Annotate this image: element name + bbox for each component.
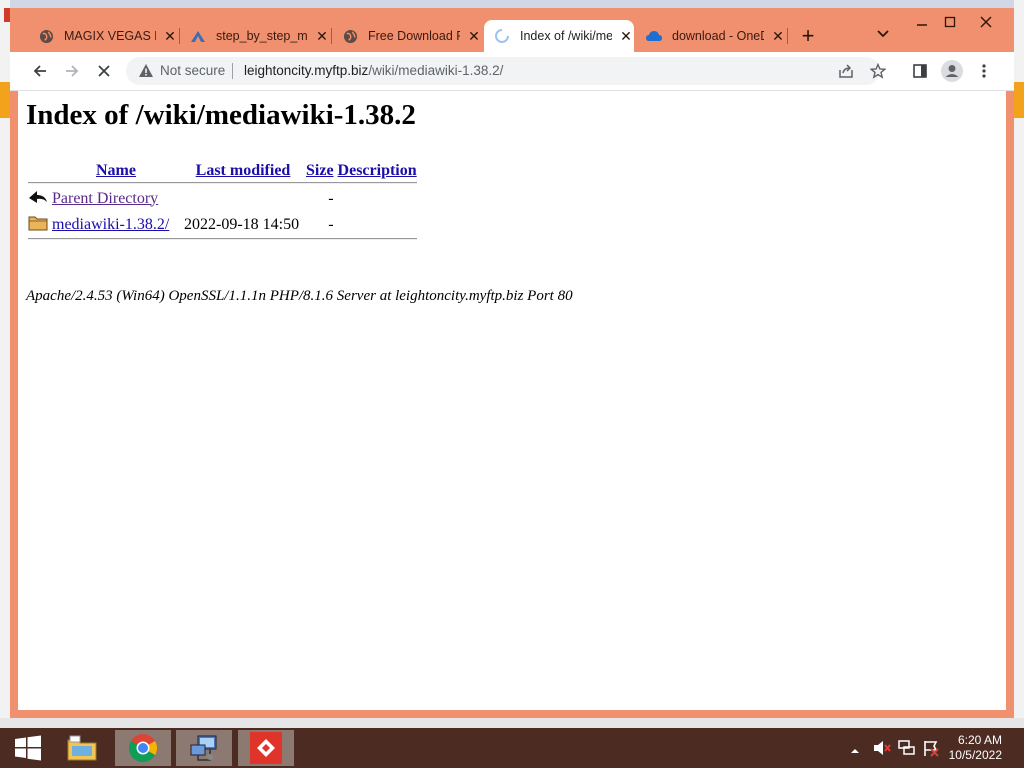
sort-by-description-link[interactable]: Description	[338, 162, 417, 179]
clock-time: 6:20 AM	[957, 733, 1002, 747]
address-bar[interactable]: Not secure leightoncity.myftp.biz/wiki/m…	[126, 57, 886, 85]
new-tab-button[interactable]: +	[796, 24, 820, 48]
network-app-icon[interactable]	[176, 730, 232, 766]
bookmark-star-icon[interactable]	[866, 59, 890, 83]
windows-taskbar: 6:20 AM 10/5/2022	[0, 728, 1024, 768]
page-content: Index of /wiki/mediawiki-1.38.2 Name Las…	[18, 91, 1006, 710]
tab-index-of-wiki[interactable]: Index of /wiki/mediawiki ✕	[484, 20, 634, 52]
server-signature: Apache/2.4.53 (Win64) OpenSSL/1.1.1n PHP…	[26, 288, 573, 304]
warning-triangle-icon[interactable]	[138, 63, 154, 79]
close-tab-icon[interactable]: ✕	[162, 28, 178, 45]
desktop-left-strip	[0, 0, 10, 728]
url-text[interactable]: leightoncity.myftp.biz/wiki/mediawiki-1.…	[244, 63, 503, 78]
description-column-header: Description	[337, 162, 418, 180]
tab-title: download - OneDrive	[672, 29, 764, 43]
sort-by-size-link[interactable]: Size	[306, 162, 334, 179]
close-tab-icon[interactable]: ✕	[314, 28, 330, 45]
close-tab-icon[interactable]: ✕	[466, 28, 482, 45]
close-tab-icon[interactable]: ✕	[770, 28, 786, 45]
anydesk-icon[interactable]	[238, 730, 294, 766]
close-window-button[interactable]	[970, 12, 1002, 32]
icon-column-header	[27, 162, 49, 180]
show-hidden-icons-chevron-icon[interactable]	[850, 742, 864, 754]
row-size: -	[328, 215, 334, 233]
sort-by-name-link[interactable]: Name	[96, 162, 136, 179]
page-title: Index of /wiki/mediawiki-1.38.2	[26, 99, 416, 131]
row-description	[337, 186, 418, 211]
row-description	[337, 213, 418, 236]
name-column-header: Name	[51, 162, 181, 180]
loading-spinner-icon	[494, 28, 510, 44]
tab-title: Free Download PHP	[368, 29, 460, 43]
clock-date: 10/5/2022	[948, 748, 1002, 762]
tab-title: MAGIX VEGAS Pro	[64, 29, 156, 43]
tab-title: step_by_step_mediawiki	[216, 29, 308, 43]
stop-loading-button[interactable]	[92, 59, 116, 83]
table-row: Parent Directory -	[27, 186, 418, 211]
url-path: /wiki/mediawiki-1.38.2/	[368, 63, 504, 78]
network-status-icon[interactable]	[898, 739, 916, 757]
tab-magix-vegas[interactable]: MAGIX VEGAS Pro ✕	[28, 20, 180, 52]
back-button[interactable]	[28, 59, 52, 83]
share-icon[interactable]	[834, 59, 858, 83]
tab-search-chevron-icon[interactable]	[876, 26, 894, 46]
volume-muted-icon[interactable]	[873, 739, 891, 757]
security-flag-icon[interactable]	[922, 739, 940, 757]
row-last-modified	[183, 186, 303, 211]
size-column-header: Size	[305, 162, 335, 180]
tab-strip: MAGIX VEGAS Pro ✕ step_by_step_mediawiki…	[10, 8, 1014, 52]
start-button[interactable]	[0, 730, 56, 766]
browser-toolbar: Not secure leightoncity.myftp.biz/wiki/m…	[10, 52, 1014, 91]
profile-avatar-icon[interactable]	[940, 59, 964, 83]
globe-icon	[342, 28, 358, 44]
onedrive-icon	[646, 28, 662, 44]
directory-listing-table: Name Last modified Size Description Pare…	[25, 160, 420, 242]
url-host: leightoncity.myftp.biz	[244, 63, 369, 78]
forward-button[interactable]	[60, 59, 84, 83]
maximize-button[interactable]	[934, 12, 966, 32]
tab-onedrive[interactable]: download - OneDrive ✕	[636, 20, 788, 52]
table-header-row: Name Last modified Size Description	[27, 162, 418, 180]
close-tab-icon[interactable]: ✕	[618, 28, 634, 45]
browser-window: MAGIX VEGAS Pro ✕ step_by_step_mediawiki…	[10, 8, 1014, 718]
chrome-icon[interactable]	[115, 730, 171, 766]
back-arrow-icon	[27, 186, 49, 211]
desktop-bottom-strip	[0, 718, 1024, 728]
row-last-modified: 2022-09-18 14:50	[184, 215, 300, 233]
tab-free-download[interactable]: Free Download PHP ✕	[332, 20, 484, 52]
folder-icon	[27, 213, 49, 236]
desktop-right-strip	[1014, 0, 1024, 728]
side-panel-icon[interactable]	[908, 59, 932, 83]
row-size: -	[328, 189, 334, 207]
file-explorer-icon[interactable]	[54, 730, 110, 766]
parent-directory-link[interactable]: Parent Directory	[52, 190, 158, 207]
sort-by-last-modified-link[interactable]: Last modified	[196, 162, 291, 179]
globe-icon	[38, 28, 54, 44]
table-row: mediawiki-1.38.2/ 2022-09-18 14:50 -	[27, 213, 418, 236]
mediawiki-icon	[190, 28, 206, 44]
tab-title: Index of /wiki/mediawiki	[520, 29, 612, 43]
divider	[28, 238, 417, 240]
menu-kebab-icon[interactable]	[972, 59, 996, 83]
not-secure-label[interactable]: Not secure	[160, 63, 225, 78]
mediawiki-folder-link[interactable]: mediawiki-1.38.2/	[52, 216, 169, 233]
system-clock[interactable]: 6:20 AM 10/5/2022	[949, 733, 1002, 763]
tab-step-by-step[interactable]: step_by_step_mediawiki ✕	[180, 20, 332, 52]
divider	[28, 182, 417, 184]
last-modified-column-header: Last modified	[183, 162, 303, 180]
